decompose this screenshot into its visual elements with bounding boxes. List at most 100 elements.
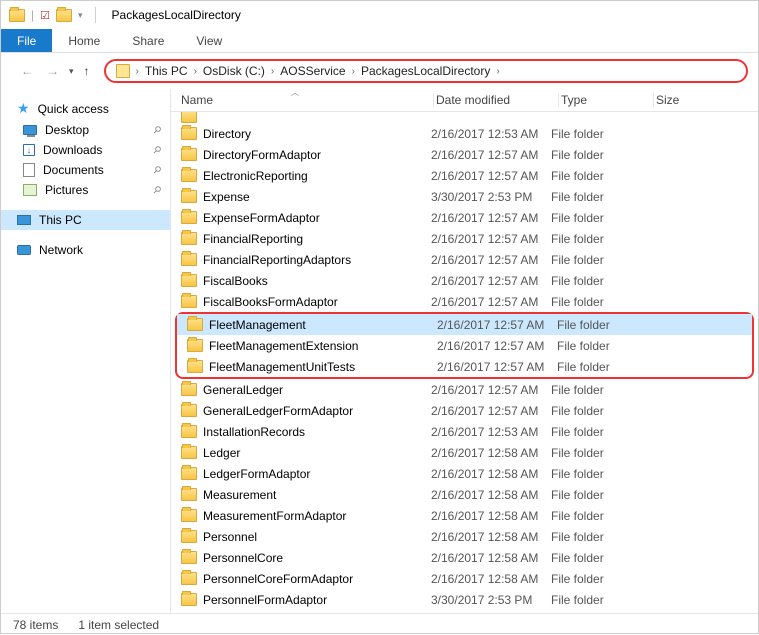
tab-view[interactable]: View bbox=[180, 29, 238, 52]
column-size[interactable]: Size bbox=[656, 93, 716, 107]
qat-folder-icon[interactable] bbox=[56, 9, 72, 22]
breadcrumb-segment[interactable]: AOSService bbox=[280, 64, 345, 78]
table-row[interactable]: Ledger2/16/2017 12:58 AMFile folder bbox=[171, 442, 758, 463]
column-resize[interactable] bbox=[433, 93, 434, 107]
nav-history-icon[interactable]: ▾ bbox=[69, 66, 74, 77]
file-name: FinancialReportingAdaptors bbox=[203, 253, 351, 267]
file-date: 2/16/2017 12:57 AM bbox=[437, 360, 557, 374]
chevron-right-icon[interactable]: › bbox=[132, 66, 143, 77]
chevron-right-icon[interactable]: › bbox=[190, 66, 201, 77]
sidebar-item-documents[interactable]: Documents ⚲ bbox=[1, 160, 170, 180]
folder-icon bbox=[181, 467, 197, 480]
nav-sidebar: ★ Quick access Desktop ⚲ ↓ Downloads ⚲ D… bbox=[1, 89, 171, 613]
table-row[interactable] bbox=[171, 112, 758, 123]
breadcrumb-segment[interactable]: OsDisk (C:) bbox=[203, 64, 265, 78]
nav-forward-icon[interactable]: → bbox=[43, 62, 63, 80]
folder-icon bbox=[181, 274, 197, 287]
folder-icon bbox=[181, 572, 197, 585]
file-type: File folder bbox=[551, 572, 641, 586]
file-type: File folder bbox=[551, 169, 641, 183]
desktop-icon bbox=[23, 125, 37, 135]
table-row[interactable]: PersonnelCore2/16/2017 12:58 AMFile fold… bbox=[171, 547, 758, 568]
qat-dropdown-icon[interactable]: ▾ bbox=[78, 10, 83, 21]
file-type: File folder bbox=[551, 551, 641, 565]
nav-up-icon[interactable]: ↑ bbox=[80, 62, 94, 80]
file-date: 2/16/2017 12:58 AM bbox=[431, 551, 551, 565]
pin-icon: ⚲ bbox=[150, 164, 163, 177]
folder-icon bbox=[187, 318, 203, 331]
file-date: 2/16/2017 12:58 AM bbox=[431, 467, 551, 481]
column-label: Name bbox=[181, 93, 213, 107]
qat-checkbox-icon[interactable]: ☑ bbox=[40, 9, 50, 22]
file-type: File folder bbox=[551, 404, 641, 418]
folder-icon bbox=[187, 339, 203, 352]
chevron-right-icon[interactable]: › bbox=[492, 66, 503, 77]
table-row[interactable]: FleetManagement2/16/2017 12:57 AMFile fo… bbox=[177, 314, 752, 335]
pin-icon: ⚲ bbox=[150, 144, 163, 157]
breadcrumb-segment[interactable]: PackagesLocalDirectory bbox=[361, 64, 490, 78]
column-resize[interactable] bbox=[558, 93, 559, 107]
status-bar: 78 items 1 item selected bbox=[1, 613, 758, 635]
file-date: 2/16/2017 12:57 AM bbox=[431, 211, 551, 225]
tab-share[interactable]: Share bbox=[116, 29, 180, 52]
file-type: File folder bbox=[551, 530, 641, 544]
file-type: File folder bbox=[551, 232, 641, 246]
tab-home[interactable]: Home bbox=[52, 29, 116, 52]
sidebar-item-downloads[interactable]: ↓ Downloads ⚲ bbox=[1, 140, 170, 160]
table-row[interactable]: FiscalBooks2/16/2017 12:57 AMFile folder bbox=[171, 270, 758, 291]
table-row[interactable]: MeasurementFormAdaptor2/16/2017 12:58 AM… bbox=[171, 505, 758, 526]
star-icon: ★ bbox=[17, 100, 30, 117]
breadcrumb-segment[interactable]: This PC bbox=[145, 64, 188, 78]
table-row[interactable]: FleetManagementUnitTests2/16/2017 12:57 … bbox=[177, 356, 752, 377]
table-row[interactable]: ExpenseFormAdaptor2/16/2017 12:57 AMFile… bbox=[171, 207, 758, 228]
file-type: File folder bbox=[551, 467, 641, 481]
table-row[interactable]: ElectronicReporting2/16/2017 12:57 AMFil… bbox=[171, 165, 758, 186]
chevron-right-icon[interactable]: › bbox=[267, 66, 278, 77]
table-row[interactable]: GeneralLedgerFormAdaptor2/16/2017 12:57 … bbox=[171, 400, 758, 421]
column-type[interactable]: Type bbox=[561, 93, 651, 107]
file-name: MeasurementFormAdaptor bbox=[203, 509, 346, 523]
table-row[interactable]: DirectoryFormAdaptor2/16/2017 12:57 AMFi… bbox=[171, 144, 758, 165]
chevron-right-icon[interactable]: › bbox=[348, 66, 359, 77]
nav-back-icon[interactable]: ← bbox=[17, 62, 37, 80]
sidebar-item-this-pc[interactable]: This PC bbox=[1, 210, 170, 230]
table-row[interactable]: Personnel2/16/2017 12:58 AMFile folder bbox=[171, 526, 758, 547]
file-date: 2/16/2017 12:57 AM bbox=[437, 339, 557, 353]
table-row[interactable]: Expense3/30/2017 2:53 PMFile folder bbox=[171, 186, 758, 207]
table-row[interactable]: FleetManagementExtension2/16/2017 12:57 … bbox=[177, 335, 752, 356]
sidebar-item-label: Desktop bbox=[45, 123, 89, 137]
table-row[interactable]: FinancialReporting2/16/2017 12:57 AMFile… bbox=[171, 228, 758, 249]
file-name: ElectronicReporting bbox=[203, 169, 308, 183]
folder-icon bbox=[187, 360, 203, 373]
folder-up-icon[interactable] bbox=[116, 64, 130, 78]
title-bar: | ☑ ▾ PackagesLocalDirectory bbox=[1, 1, 758, 29]
table-row[interactable]: Measurement2/16/2017 12:58 AMFile folder bbox=[171, 484, 758, 505]
pin-icon: ⚲ bbox=[150, 184, 163, 197]
sidebar-item-pictures[interactable]: Pictures ⚲ bbox=[1, 180, 170, 200]
tab-file[interactable]: File bbox=[1, 29, 52, 52]
file-date: 2/16/2017 12:57 AM bbox=[431, 274, 551, 288]
table-row[interactable]: PersonnelFormAdaptor3/30/2017 2:53 PMFil… bbox=[171, 589, 758, 610]
table-row[interactable]: FiscalBooksFormAdaptor2/16/2017 12:57 AM… bbox=[171, 291, 758, 312]
table-row[interactable]: InstallationRecords2/16/2017 12:53 AMFil… bbox=[171, 421, 758, 442]
folder-icon bbox=[181, 425, 197, 438]
table-row[interactable]: GeneralLedger2/16/2017 12:57 AMFile fold… bbox=[171, 379, 758, 400]
file-name: Measurement bbox=[203, 488, 276, 502]
table-row[interactable]: Directory2/16/2017 12:53 AMFile folder bbox=[171, 123, 758, 144]
column-resize[interactable] bbox=[653, 93, 654, 107]
table-row[interactable]: LedgerFormAdaptor2/16/2017 12:58 AMFile … bbox=[171, 463, 758, 484]
column-name[interactable]: Name ︿ bbox=[171, 93, 431, 107]
column-date[interactable]: Date modified bbox=[436, 93, 556, 107]
sidebar-item-label: Documents bbox=[43, 163, 104, 177]
file-date: 2/16/2017 12:57 AM bbox=[431, 148, 551, 162]
file-name: Personnel bbox=[203, 530, 257, 544]
sidebar-item-network[interactable]: Network bbox=[1, 240, 170, 260]
sidebar-item-quick-access[interactable]: ★ Quick access bbox=[1, 97, 170, 120]
file-type: File folder bbox=[557, 318, 647, 332]
table-row[interactable]: PersonnelCoreFormAdaptor2/16/2017 12:58 … bbox=[171, 568, 758, 589]
downloads-icon: ↓ bbox=[23, 144, 35, 156]
sidebar-item-desktop[interactable]: Desktop ⚲ bbox=[1, 120, 170, 140]
sidebar-item-label: Pictures bbox=[45, 183, 88, 197]
breadcrumb[interactable]: › This PC › OsDisk (C:) › AOSService › P… bbox=[104, 59, 748, 83]
table-row[interactable]: FinancialReportingAdaptors2/16/2017 12:5… bbox=[171, 249, 758, 270]
